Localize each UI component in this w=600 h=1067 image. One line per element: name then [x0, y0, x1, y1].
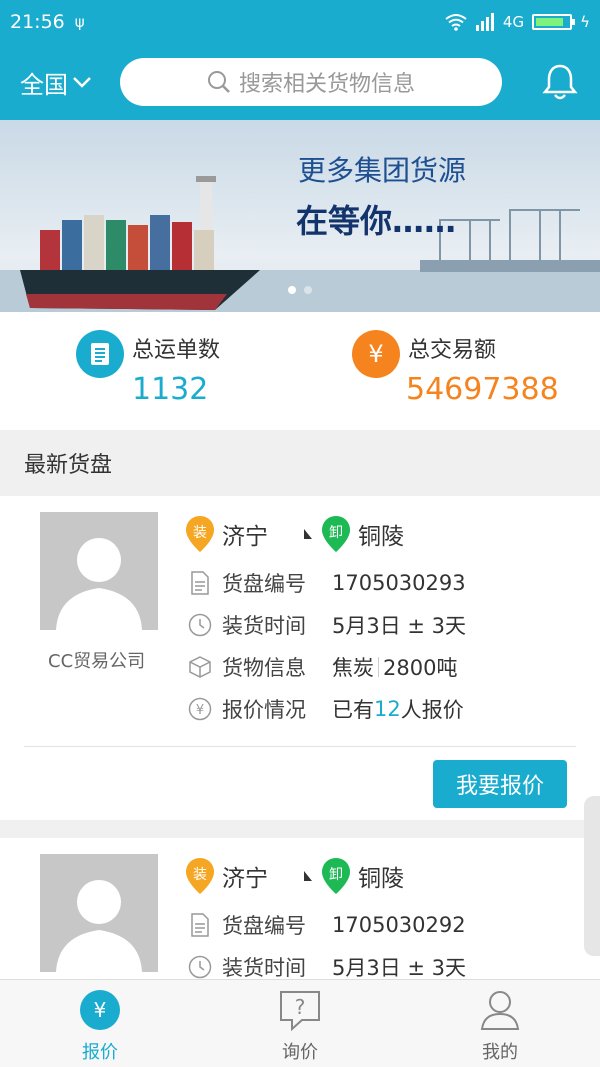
goods-name: 焦炭: [332, 656, 374, 680]
status-icons: 4G ϟ: [445, 13, 590, 31]
quote-suffix: 人报价: [400, 698, 464, 722]
side-drawer-handle[interactable]: [584, 796, 600, 956]
banner-dot[interactable]: [304, 286, 312, 294]
listing-id: 1705030292: [332, 913, 466, 937]
row-key: 装货时间: [222, 956, 306, 979]
unload-pin-icon: 卸: [322, 858, 350, 894]
divider: [378, 657, 379, 677]
origin-city: 济宁: [222, 524, 268, 550]
unload-tag: 卸: [329, 867, 343, 883]
chevron-down-icon: [73, 77, 91, 88]
battery-icon: [532, 14, 576, 30]
stat-label: 总运单数: [132, 338, 221, 363]
search-placeholder: 搜索相关货物信息: [238, 72, 415, 97]
destination-city: 铜陵: [358, 866, 404, 892]
stat-value: 54697388: [406, 372, 559, 407]
bottom-tab-bar: ¥ 报价 ? 询价 我的: [0, 979, 600, 1067]
stat-label: 总交易额: [408, 338, 497, 363]
wifi-icon: [445, 14, 467, 31]
route: 装 济宁 卸 铜陵: [186, 516, 412, 552]
notification-bell-button[interactable]: [540, 62, 580, 102]
load-time-row: 装货时间 5月3日 ± 3天: [188, 952, 466, 979]
region-selector[interactable]: 全国: [20, 65, 120, 100]
region-label: 全国: [20, 70, 68, 99]
status-time: 21:56: [10, 11, 65, 33]
search-input[interactable]: 搜索相关货物信息: [120, 58, 502, 106]
yen-circle-icon: ¥: [78, 988, 122, 1032]
banner-image: 更多集团货源 在等你……: [0, 120, 600, 312]
svg-text:?: ?: [295, 995, 306, 1019]
unload-pin-icon: 卸: [322, 516, 350, 552]
stat-total-orders: 总运单数 1132: [0, 312, 300, 430]
goods-weight: 2800吨: [383, 656, 458, 680]
tab-quote[interactable]: ¥ 报价: [0, 980, 200, 1067]
file-icon: [188, 571, 212, 595]
card-divider: [24, 746, 576, 747]
promo-banner[interactable]: 更多集团货源 在等你……: [0, 120, 600, 312]
banner-dot[interactable]: [288, 286, 296, 294]
quote-button[interactable]: 我要报价: [433, 760, 567, 808]
svg-text:¥: ¥: [94, 998, 107, 1022]
user-icon: [478, 988, 522, 1032]
avatar: [40, 854, 158, 972]
row-key: 装货时间: [222, 614, 306, 638]
banner-line-1: 更多集团货源: [298, 154, 466, 187]
tab-label: 我的: [482, 1042, 518, 1063]
question-bubble-icon: ?: [278, 988, 322, 1032]
destination-city: 铜陵: [358, 524, 404, 550]
tab-profile[interactable]: 我的: [400, 980, 600, 1067]
listing-id-row: 货盘编号 1705030292: [188, 910, 466, 940]
listing-id-row: 货盘编号 1705030293: [188, 568, 466, 598]
tab-inquiry[interactable]: ? 询价: [200, 980, 400, 1067]
load-tag: 装: [193, 867, 207, 883]
cargo-listing-card[interactable]: CC贸易公司 装 济宁 卸 铜陵 货盘编号 1705030293 装货时间 5月…: [0, 496, 600, 820]
load-time: 5月3日 ± 3天: [332, 956, 467, 979]
unload-tag: 卸: [329, 525, 343, 541]
load-time: 5月3日 ± 3天: [332, 614, 467, 638]
yen-icon: ¥: [352, 330, 400, 378]
origin-city: 济宁: [222, 866, 268, 892]
svg-text:¥: ¥: [196, 703, 204, 718]
listing-id: 1705030293: [332, 571, 466, 595]
goods-row: 货物信息 焦炭 2800吨: [188, 652, 457, 682]
yen-circle-icon: ¥: [188, 697, 212, 721]
row-key: 货物信息: [222, 656, 306, 680]
company-name: CC贸易公司: [48, 651, 146, 672]
stat-value: 1132: [132, 372, 209, 407]
load-pin-icon: 装: [186, 858, 214, 894]
avatar: [40, 512, 158, 630]
load-time-row: 装货时间 5月3日 ± 3天: [188, 610, 466, 640]
load-tag: 装: [193, 525, 207, 541]
route-arrow-icon: [278, 871, 312, 881]
stats-panel: 总运单数 1132 ¥ 总交易额 54697388: [0, 312, 600, 430]
clock-icon: [188, 613, 212, 637]
stat-total-amount: ¥ 总交易额 54697388: [300, 312, 600, 430]
route-arrow-icon: [278, 529, 312, 539]
document-icon: [76, 330, 124, 378]
top-header: 全国 搜索相关货物信息: [0, 44, 600, 120]
tab-label: 报价: [82, 1042, 118, 1063]
row-key: 货盘编号: [222, 914, 306, 938]
section-title: 最新货盘: [0, 430, 600, 496]
network-type: 4G: [502, 13, 525, 31]
status-bar: 21:56 ψ 4G ϟ: [0, 0, 600, 44]
quote-row: ¥ 报价情况 已有 12 人报价: [188, 694, 464, 724]
charging-icon: ϟ: [580, 13, 590, 31]
bell-icon: [542, 64, 578, 100]
load-pin-icon: 装: [186, 516, 214, 552]
search-icon: [207, 71, 230, 93]
quote-count: 12: [374, 697, 401, 721]
quote-prefix: 已有: [332, 698, 374, 722]
signal-icon: [475, 13, 494, 31]
file-icon: [188, 913, 212, 937]
clock-icon: [188, 955, 212, 979]
tab-label: 询价: [282, 1042, 318, 1063]
usb-icon: ψ: [74, 13, 85, 31]
banner-line-2: 在等你……: [296, 202, 456, 240]
route: 装 济宁 卸 铜陵: [186, 858, 412, 894]
row-key: 报价情况: [222, 698, 306, 722]
row-key: 货盘编号: [222, 572, 306, 596]
box-icon: [188, 655, 212, 679]
cargo-listing-card[interactable]: 装 济宁 卸 铜陵 货盘编号 1705030292 装货时间 5月3日 ± 3天: [0, 838, 600, 979]
